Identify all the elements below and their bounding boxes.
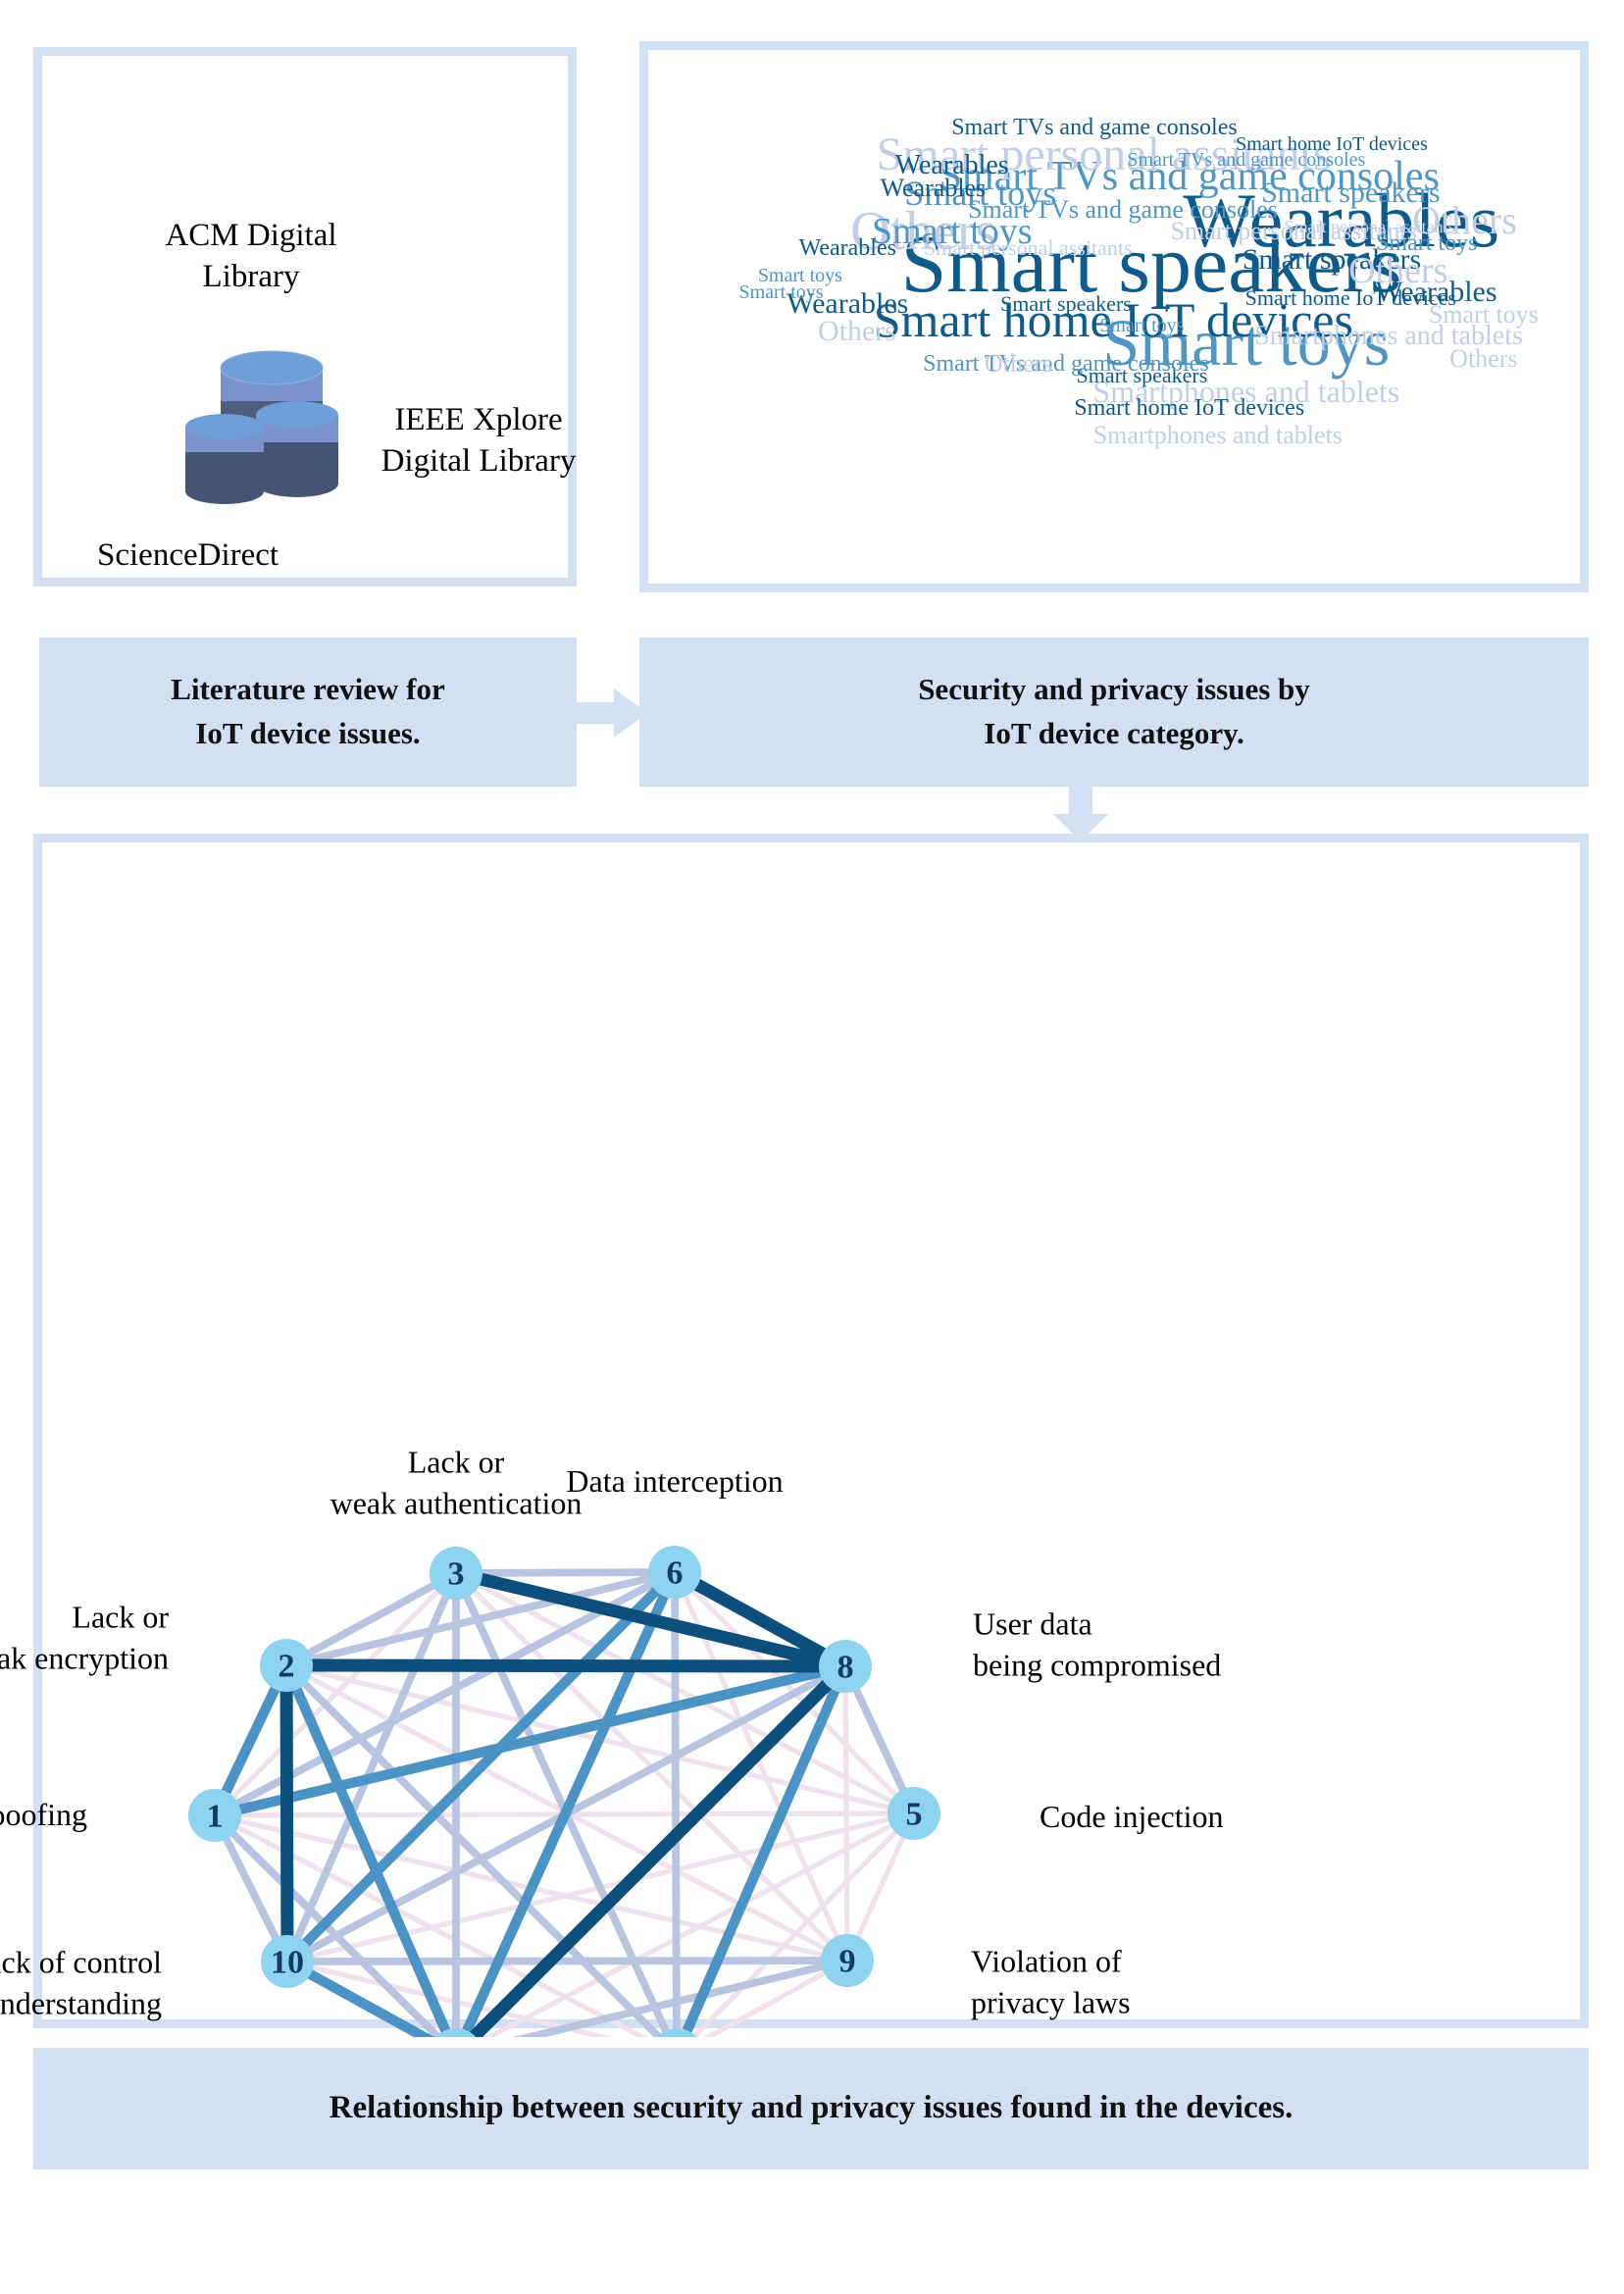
cloud-word: Smart TVs and game consoles — [1127, 149, 1366, 172]
cloud-word: Smart TVs and game consoles — [923, 351, 1209, 378]
caption-relationship: Relationship between security and privac… — [33, 2048, 1589, 2169]
arrow-right-icon — [571, 688, 647, 738]
cloud-word: Others — [817, 314, 896, 347]
cloud-word: Smart toys — [738, 281, 824, 304]
cloud-word: Smart speakers — [1261, 177, 1441, 210]
acm-digital-library-label: ACM Digital Library — [165, 218, 337, 295]
network-edge — [671, 1571, 681, 2037]
arrow-down-icon — [1053, 781, 1108, 841]
network-edges — [210, 1566, 918, 2037]
word-cloud-panel: Wearables Smart speakers Smart toys Smart h… — [639, 41, 1589, 592]
caption-security-privacy-issues: Security and privacy issues by IoT device… — [639, 637, 1589, 787]
cloud-word: Smart TVs and game consoles — [951, 114, 1238, 140]
word-cloud: Wearables Smart speakers Smart toys Smart h… — [648, 50, 1598, 601]
network-node-label-5: Code injection — [1040, 1799, 1224, 1835]
network-node-number: 3 — [448, 1556, 465, 1593]
cloud-word: Others — [1449, 343, 1518, 373]
network-edge — [279, 1664, 294, 1963]
network-edge — [286, 1957, 848, 1965]
network-node-number: 2 — [279, 1649, 295, 1685]
network-edge — [284, 1569, 458, 1669]
cloud-word: Others — [1348, 249, 1448, 291]
network-node-number: 6 — [667, 1555, 684, 1592]
cloud-word: Others — [984, 349, 1053, 379]
cloud-word: Smart toys — [1099, 315, 1185, 336]
cloud-word: Wearables — [798, 235, 896, 262]
cloud-word: Smart personal assitants — [923, 235, 1133, 261]
caption-literature-review: Literature review for IoT device issues. — [39, 637, 577, 787]
cloud-word: Smart speakers — [1000, 290, 1132, 316]
network-node-label-10: Lack of controland understanding — [0, 1944, 162, 2020]
network-node-label-1: Spoofing — [0, 1797, 87, 1833]
network-edge — [842, 1665, 850, 1962]
network-node-number: 9 — [839, 1944, 856, 1980]
caption-bottom-text: Relationship between security and privac… — [329, 2090, 1294, 2126]
network-node-number: 5 — [906, 1797, 923, 1833]
cloud-word: Smart home IoT devices — [1074, 395, 1305, 422]
network-edge — [285, 1658, 846, 1673]
cloud-word: Smartphones and tablets — [1092, 421, 1343, 450]
caption-right-text: Security and privacy issues by IoT device… — [918, 672, 1310, 750]
network-node-number: 1 — [207, 1799, 224, 1835]
cloud-word: Smart toys — [1376, 229, 1478, 256]
network-node-number: 8 — [837, 1650, 854, 1686]
database-stack-icon — [185, 350, 338, 504]
literature-sources-panel: ACM Digital Library IEEE Xplore Digital … — [33, 47, 577, 586]
network-node-label-6: Data interception — [566, 1463, 784, 1500]
issue-relationship-network: 12345678910 — [188, 1546, 940, 2037]
sciencedirect-label: ScienceDirect — [97, 537, 279, 573]
network-node-number: 10 — [271, 1945, 304, 1981]
network-node-label-8: User data being compromised — [973, 1606, 1222, 1682]
network-node-label-9: Violation of privacy laws — [971, 1943, 1131, 2019]
cloud-word: Smart toys — [1428, 299, 1539, 329]
ieee-xplore-label: IEEE Xplore Digital Library — [381, 402, 577, 480]
network-edge — [464, 1661, 850, 2037]
network-node-label-2: Lack orweak encryption — [0, 1599, 169, 1675]
caption-left-text: Literature review for IoT device issues. — [171, 672, 445, 750]
network-graph-panel: 12345678910 SpoofingLack orweak encrypti… — [0, 834, 1589, 2174]
network-node-label-3: Lack or weak authentication — [330, 1444, 583, 1520]
network-edge — [455, 1568, 676, 1577]
